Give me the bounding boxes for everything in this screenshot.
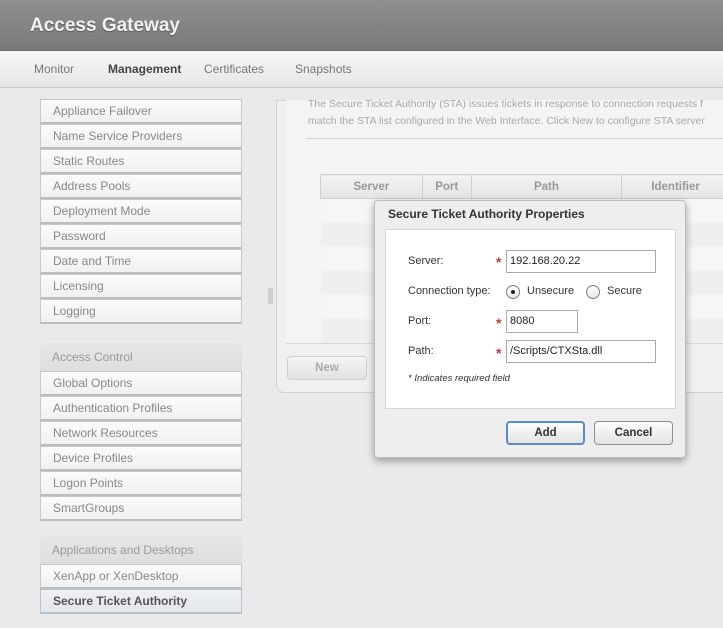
sidebar-item-logon-points[interactable]: Logon Points (40, 471, 242, 496)
sidebar-item-deployment-mode[interactable]: Deployment Mode (40, 199, 242, 224)
required-marker: * (496, 315, 502, 331)
sidebar-item-name-service-providers[interactable]: Name Service Providers (40, 124, 242, 149)
panel-splitter-handle[interactable] (268, 288, 273, 304)
column-header-server[interactable]: Server (320, 174, 423, 199)
server-label: Server: (408, 255, 444, 267)
sidebar-item-global-options[interactable]: Global Options (40, 371, 242, 396)
sidebar-item-logging[interactable]: Logging (40, 299, 242, 324)
nav-snapshots[interactable]: Snapshots (295, 62, 352, 76)
sidebar-system-group: Appliance Failover Name Service Provider… (40, 99, 242, 324)
cancel-button[interactable]: Cancel (594, 421, 673, 445)
sidebar-item-network-resources[interactable]: Network Resources (40, 421, 242, 446)
app-title: Access Gateway (30, 15, 180, 36)
connection-type-label: Connection type: (408, 285, 491, 297)
column-header-path[interactable]: Path (470, 174, 623, 199)
port-label: Port: (408, 315, 432, 327)
secure-radio[interactable] (586, 285, 600, 299)
divider (306, 138, 723, 139)
sidebar-item-licensing[interactable]: Licensing (40, 274, 242, 299)
dialog-form: Server: * 192.168.20.22 Connection type:… (385, 229, 676, 409)
description-line-2: match the STA list configured in the Web… (308, 115, 705, 127)
path-label: Path: (408, 345, 434, 357)
sta-properties-dialog: Secure Ticket Authority Properties Serve… (374, 200, 686, 458)
required-marker: * (496, 345, 502, 361)
sidebar-item-static-routes[interactable]: Static Routes (40, 149, 242, 174)
port-field[interactable]: 8080 (506, 310, 578, 333)
sta-description: The Secure Ticket Authority (STA) issues… (308, 96, 723, 130)
nav-certificates[interactable]: Certificates (204, 62, 264, 76)
sidebar-header-access-control: Access Control (40, 343, 242, 371)
secure-label[interactable]: Secure (607, 285, 642, 297)
sidebar-item-appliance-failover[interactable]: Appliance Failover (40, 99, 242, 124)
sidebar-item-secure-ticket-authority[interactable]: Secure Ticket Authority (40, 589, 242, 614)
title-bar: Access Gateway (0, 0, 723, 51)
sidebar-header-applications-desktops: Applications and Desktops (40, 536, 242, 564)
nav-monitor[interactable]: Monitor (34, 62, 74, 76)
dialog-title: Secure Ticket Authority Properties (388, 207, 585, 221)
server-field[interactable]: 192.168.20.22 (506, 250, 656, 273)
unsecure-label[interactable]: Unsecure (527, 285, 574, 297)
required-field-note: * Indicates required field (408, 373, 510, 384)
column-header-identifier[interactable]: Identifier (621, 174, 723, 199)
sidebar-item-xenapp[interactable]: XenApp or XenDesktop (40, 564, 242, 589)
sidebar-item-smartgroups[interactable]: SmartGroups (40, 496, 242, 521)
new-sta-button[interactable]: New (287, 356, 367, 380)
add-button[interactable]: Add (506, 421, 585, 445)
sidebar-item-address-pools[interactable]: Address Pools (40, 174, 242, 199)
sidebar-apps-desktops-group: Applications and Desktops XenApp or XenD… (40, 536, 242, 614)
description-line-1: The Secure Ticket Authority (STA) issues… (308, 98, 703, 110)
sidebar-item-device-profiles[interactable]: Device Profiles (40, 446, 242, 471)
nav-management[interactable]: Management (108, 62, 181, 76)
required-marker: * (496, 254, 502, 270)
path-field[interactable]: /Scripts/CTXSta.dll (506, 340, 656, 363)
sidebar-item-date-and-time[interactable]: Date and Time (40, 249, 242, 274)
sidebar-access-control-group: Access Control Global Options Authentica… (40, 343, 242, 521)
column-header-port[interactable]: Port (421, 174, 472, 199)
sidebar-item-authentication-profiles[interactable]: Authentication Profiles (40, 396, 242, 421)
sidebar-item-password[interactable]: Password (40, 224, 242, 249)
top-nav: Monitor Management Certificates Snapshot… (0, 51, 723, 88)
unsecure-radio[interactable] (506, 285, 520, 299)
